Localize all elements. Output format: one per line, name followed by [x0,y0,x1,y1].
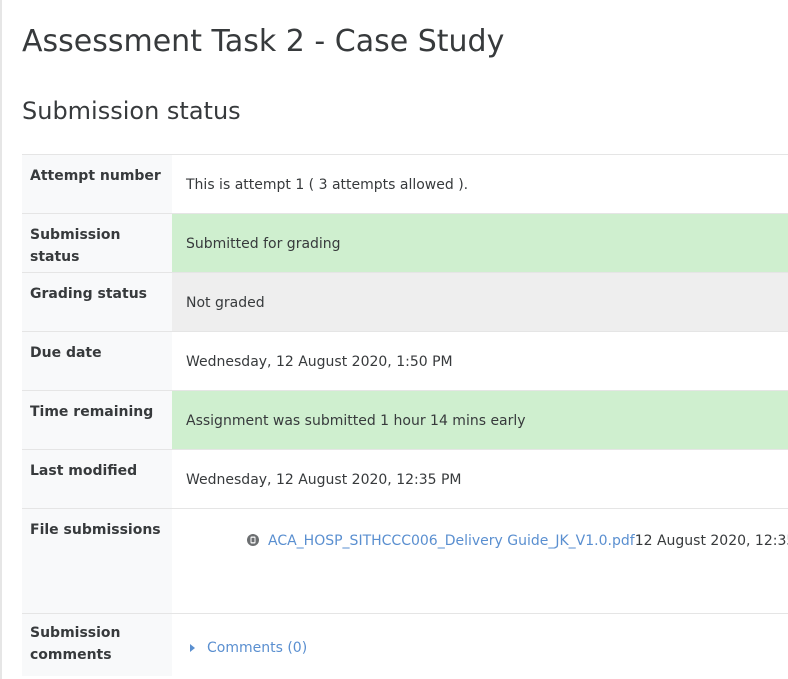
last-modified-label: Last modified [22,449,172,509]
table-row: Attempt number This is attempt 1 ( 3 att… [22,154,788,214]
time-remaining-label: Time remaining [22,390,172,450]
file-download-link[interactable]: ACA_HOSP_SITHCCC006_Delivery Guide_JK_V1… [268,533,635,549]
comments-toggle-link[interactable]: Comments (0) [186,640,307,656]
attempt-number-value: This is attempt 1 ( 3 attempts allowed )… [172,154,788,214]
submission-status-label: Submission status [22,213,172,273]
grading-status-label: Grading status [22,272,172,332]
table-row: Grading status Not graded [22,272,788,332]
submission-status-value: Submitted for grading [172,213,788,273]
table-row: Submission status Submitted for grading [22,213,788,273]
table-row: Time remaining Assignment was submitted … [22,390,788,450]
table-row: File submissions ACA_HOSP_SITHCCC006_Del… [22,508,788,614]
due-date-value: Wednesday, 12 August 2020, 1:50 PM [172,331,788,391]
page-title: Assessment Task 2 - Case Study [22,24,505,59]
comments-toggle-label: Comments (0) [207,640,308,656]
submission-comments-value: Comments (0) [172,613,788,676]
file-submission-item: ACA_HOSP_SITHCCC006_Delivery Guide_JK_V1… [246,531,788,551]
due-date-label: Due date [22,331,172,391]
attempt-number-label: Attempt number [22,154,172,214]
table-row: Due date Wednesday, 12 August 2020, 1:50… [22,331,788,391]
caret-right-icon [190,644,195,652]
table-row: Last modified Wednesday, 12 August 2020,… [22,449,788,509]
grading-status-value: Not graded [172,272,788,332]
submission-comments-label-line1: Submission [30,625,121,641]
file-submissions-value: ACA_HOSP_SITHCCC006_Delivery Guide_JK_V1… [172,508,788,614]
submission-status-table: Attempt number This is attempt 1 ( 3 att… [22,154,788,676]
pdf-file-icon [247,534,259,546]
submission-comments-label-line2: comments [30,647,112,663]
submission-comments-label: Submission comments [22,613,172,676]
last-modified-value: Wednesday, 12 August 2020, 12:35 PM [172,449,788,509]
file-upload-date: 12 August 2020, 12:35 PM [634,533,788,549]
left-border [0,0,2,679]
section-title: Submission status [22,97,241,125]
table-row: Submission comments Comments (0) [22,613,788,676]
time-remaining-value: Assignment was submitted 1 hour 14 mins … [172,390,788,450]
file-submissions-label: File submissions [22,508,172,614]
